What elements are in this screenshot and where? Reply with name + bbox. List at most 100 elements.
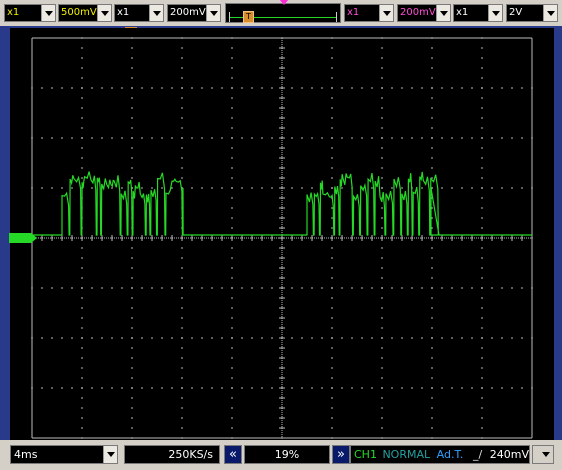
graticule-dot — [391, 87, 393, 89]
chevron-down-icon[interactable] — [206, 5, 220, 21]
double-chevron-right-icon[interactable]: » — [332, 445, 350, 464]
graticule-dot — [131, 57, 133, 59]
graticule-dot — [421, 387, 423, 389]
ch1-probe-select[interactable]: x1 — [4, 4, 56, 22]
chevron-down-icon[interactable] — [488, 5, 502, 21]
ch1-volts-select[interactable]: 500mV — [58, 4, 112, 22]
graticule-dot — [51, 187, 53, 189]
graticule-dot — [221, 287, 223, 289]
ch4-probe-select[interactable]: x1 — [453, 4, 503, 22]
graticule-dot — [311, 287, 313, 289]
chevron-down-icon[interactable] — [97, 5, 111, 21]
graticule-dot — [531, 287, 533, 289]
graticule-dot — [161, 87, 163, 89]
chevron-down-icon[interactable] — [379, 5, 393, 21]
graticule-dot — [261, 337, 263, 339]
graticule-dot — [481, 267, 483, 269]
graticule-dot — [361, 387, 363, 389]
graticule-dot — [291, 87, 293, 89]
graticule-dot — [91, 187, 93, 189]
graticule-dot — [81, 77, 83, 79]
graticule-dot — [351, 87, 353, 89]
graticule-dot — [341, 337, 343, 339]
graticule-dot — [171, 137, 173, 139]
graticule-dot — [331, 337, 333, 339]
graticule-dot — [431, 297, 433, 299]
graticule-dot — [531, 87, 533, 89]
graticule-dot — [431, 127, 433, 129]
graticule-dot — [181, 297, 183, 299]
graticule-dot — [421, 337, 423, 339]
graticule-dot — [481, 107, 483, 109]
graticule-dot — [431, 287, 433, 289]
graticule-dot — [431, 267, 433, 269]
graticule-dot — [361, 137, 363, 139]
ch3-volts-select[interactable]: 200mV — [397, 4, 451, 22]
graticule-dot — [101, 387, 103, 389]
graticule-dot — [331, 307, 333, 309]
trigger-position-slider[interactable]: T — [225, 3, 341, 23]
double-chevron-left-icon[interactable]: « — [224, 445, 242, 464]
graticule-dot — [381, 247, 383, 249]
graticule-dot — [271, 337, 273, 339]
chevron-down-icon[interactable] — [149, 5, 163, 21]
ch1-level-marker-icon[interactable] — [9, 233, 37, 243]
graticule-dot — [381, 97, 383, 99]
graticule-dot — [331, 287, 333, 289]
graticule-dot — [311, 137, 313, 139]
trigger-status[interactable]: CH1 NORMAL Ad.T. _/ 240mV — [350, 445, 530, 464]
graticule-dot — [431, 437, 433, 439]
graticule-dot — [501, 337, 503, 339]
graticule-dot — [81, 287, 83, 289]
ch4-volts-select[interactable]: 2V — [506, 4, 558, 22]
graticule-dot — [231, 107, 233, 109]
timebase-select[interactable]: 4ms — [10, 445, 118, 464]
graticule-dot — [451, 337, 453, 339]
graticule-dot — [271, 87, 273, 89]
graticule-dot — [381, 77, 383, 79]
chevron-down-icon[interactable] — [41, 5, 55, 21]
graticule-dot — [231, 297, 233, 299]
graticule-dot — [301, 387, 303, 389]
graticule-dot — [181, 97, 183, 99]
graticule-dot — [311, 337, 313, 339]
chevron-down-icon[interactable] — [103, 446, 117, 463]
scroll-arrow-box[interactable] — [532, 445, 554, 464]
graticule-dot — [461, 187, 463, 189]
graticule-dot — [451, 387, 453, 389]
graticule-dot — [491, 187, 493, 189]
graticule-dot — [221, 137, 223, 139]
graticule-dot — [401, 137, 403, 139]
graticule-dot — [131, 147, 133, 149]
graticule-dot — [431, 37, 433, 39]
graticule-dot — [131, 297, 133, 299]
graticule-dot — [481, 377, 483, 379]
waveform-display[interactable] — [10, 28, 554, 440]
graticule-dot — [81, 377, 83, 379]
graticule-dot — [181, 147, 183, 149]
graticule-dot — [381, 227, 383, 229]
chevron-down-icon[interactable] — [542, 452, 550, 457]
graticule-dot — [381, 397, 383, 399]
graticule-dot — [181, 337, 183, 339]
graticule-dot — [291, 187, 293, 189]
chevron-down-icon[interactable] — [543, 5, 557, 21]
trigger-thumb[interactable]: T — [243, 11, 254, 23]
graticule-dot — [81, 357, 83, 359]
graticule-dot — [341, 87, 343, 89]
graticule-dot — [461, 387, 463, 389]
graticule-dot — [121, 187, 123, 189]
ch3-probe-select[interactable]: x1 — [344, 4, 394, 22]
graticule-dot — [501, 287, 503, 289]
graticule-dot — [381, 257, 383, 259]
graticule-dot — [31, 187, 33, 189]
graticule-dot — [431, 167, 433, 169]
graticule-dot — [111, 387, 113, 389]
chevron-down-icon[interactable] — [436, 5, 450, 21]
ch2-volts-select[interactable]: 200mV — [167, 4, 221, 22]
graticule-dot — [201, 337, 203, 339]
graticule-dot — [181, 167, 183, 169]
ch2-probe-select[interactable]: x1 — [114, 4, 164, 22]
graticule-dot — [171, 287, 173, 289]
graticule-dot — [211, 187, 213, 189]
